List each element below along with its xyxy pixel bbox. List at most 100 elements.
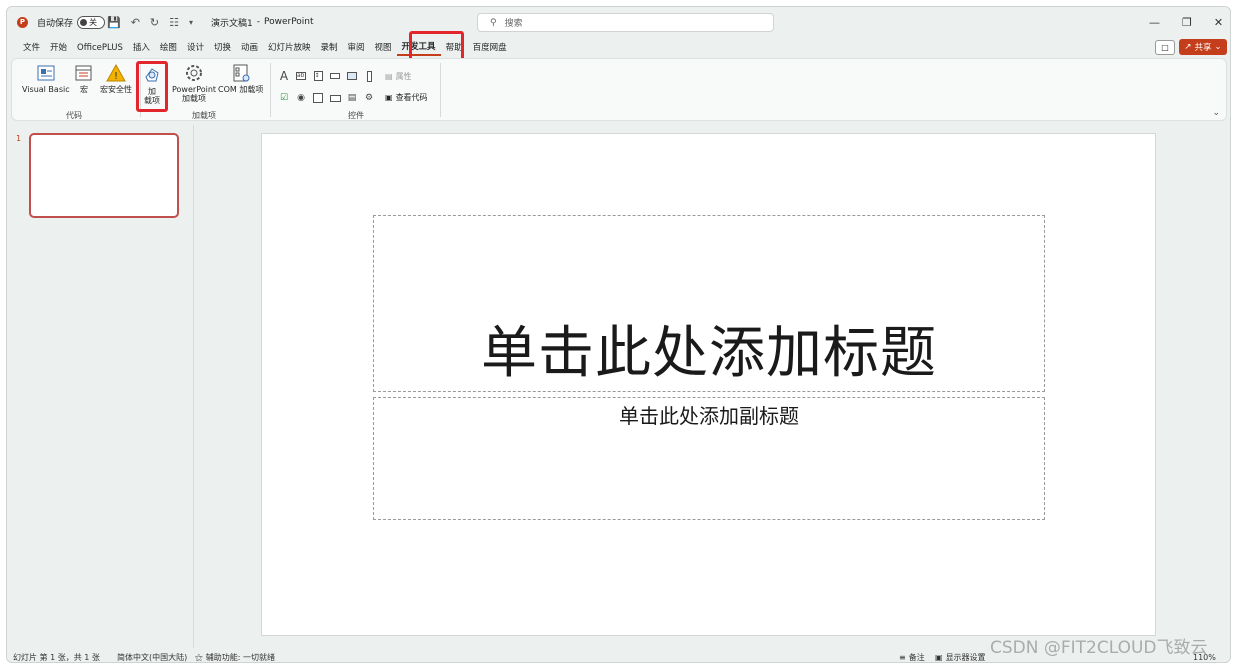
notes-icon: ≡ xyxy=(899,653,906,662)
tab-slideshow[interactable]: 幻灯片放映 xyxy=(263,41,316,55)
tab-review[interactable]: 审阅 xyxy=(343,41,370,55)
controls-group-label: 控件 xyxy=(348,111,364,120)
share-button[interactable]: ↗ 共享 ⌄ xyxy=(1179,39,1227,55)
tab-insert[interactable]: 插入 xyxy=(128,41,155,55)
combobox-control-icon[interactable] xyxy=(329,92,341,104)
tab-help[interactable]: 帮助 xyxy=(441,41,468,55)
search-placeholder: 搜索 xyxy=(504,19,523,29)
com-addins-label: COM 加载项 xyxy=(218,85,264,94)
powerpoint-addins-label-line2: 加载项 xyxy=(182,94,207,103)
ribbon-developer: Visual Basic 宏 ! 宏安全性 代码 加 载项 PowerPoint… xyxy=(11,58,1227,121)
display-settings-icon: ▣ xyxy=(935,653,943,662)
addins-button[interactable]: 加 载项 xyxy=(142,65,162,105)
tab-baidu-netdisk[interactable]: 百度网盘 xyxy=(468,41,512,55)
save-icon[interactable]: 💾 xyxy=(107,16,121,29)
tab-transitions[interactable]: 切换 xyxy=(209,41,236,55)
warning-icon: ! xyxy=(106,63,126,83)
group-divider xyxy=(270,63,271,117)
listbox-control-icon[interactable] xyxy=(312,92,324,104)
option-button-control-icon[interactable]: ◉ xyxy=(295,92,307,104)
share-icon: ↗ xyxy=(1184,42,1192,52)
collapse-ribbon-icon[interactable]: ⌄ xyxy=(1212,108,1220,118)
more-controls-icon[interactable]: ⚙ xyxy=(363,92,375,104)
autosave-state: 关 xyxy=(89,17,98,27)
tab-design[interactable]: 设计 xyxy=(182,41,209,55)
checkbox-control-icon[interactable]: ☑ xyxy=(278,92,290,104)
properties-label: 属性 xyxy=(395,72,412,81)
present-icon[interactable]: ☷ xyxy=(169,16,179,29)
pane-divider[interactable] xyxy=(193,125,194,648)
subtitle-placeholder-text: 单击此处添加副标题 xyxy=(619,404,799,428)
title-bar: P 自动保存 关 💾 ↶ ↻ ☷ ▾ 演示文稿1 - PowerPoint ⚲ … xyxy=(7,7,1230,37)
tab-record[interactable]: 录制 xyxy=(316,41,343,55)
accessibility-status[interactable]: ⚝ 辅助功能: 一切就绪 xyxy=(195,651,275,663)
powerpoint-logo-icon: P xyxy=(17,16,28,28)
slide-thumbnail[interactable] xyxy=(29,133,179,218)
watermark: CSDN @FIT2CLOUD飞致云 xyxy=(990,638,1208,658)
gear-icon xyxy=(184,63,204,83)
document-title: 演示文稿1 xyxy=(211,18,253,29)
subtitle-placeholder[interactable]: 单击此处添加副标题 xyxy=(373,397,1045,520)
group-divider xyxy=(440,63,441,117)
label-control-icon[interactable]: A xyxy=(278,69,290,83)
tab-view[interactable]: 视图 xyxy=(370,41,397,55)
visual-basic-icon xyxy=(36,63,56,83)
powerpoint-addins-label-line1: PowerPoint xyxy=(172,85,217,94)
title-placeholder[interactable]: 单击此处添加标题 xyxy=(373,215,1045,392)
redo-icon[interactable]: ↻ xyxy=(150,16,159,29)
customize-quick-access-icon[interactable]: ▾ xyxy=(189,18,193,27)
tab-developer[interactable]: 开发工具 xyxy=(396,40,441,56)
undo-icon[interactable]: ↶ xyxy=(131,16,140,29)
tab-draw[interactable]: 绘图 xyxy=(155,41,182,55)
search-icon: ⚲ xyxy=(490,17,497,28)
visual-basic-button[interactable]: Visual Basic xyxy=(22,63,70,94)
tab-home[interactable]: 开始 xyxy=(45,41,72,55)
tab-officeplus[interactable]: OfficePLUS xyxy=(72,41,128,55)
view-code-button[interactable]: ▣ 查看代码 xyxy=(385,92,428,103)
macro-button[interactable]: 宏 xyxy=(74,63,94,94)
toggle-button-control-icon[interactable]: ▤ xyxy=(346,92,358,104)
toggle-knob xyxy=(80,18,88,26)
language-status[interactable]: 简体中文(中国大陆) xyxy=(117,652,187,662)
tab-animations[interactable]: 动画 xyxy=(236,41,263,55)
title-placeholder-text: 单击此处添加标题 xyxy=(481,321,937,386)
autosave-toggle[interactable]: 关 xyxy=(77,15,106,29)
properties-button[interactable]: ▤ 属性 xyxy=(385,71,412,82)
scrollbar-control-icon[interactable] xyxy=(363,70,375,82)
ribbon-tabs: 文件 开始 OfficePLUS 插入 绘图 设计 切换 动画 幻灯片放映 录制… xyxy=(18,40,512,56)
addins-label-line2: 载项 xyxy=(144,96,160,105)
macro-label: 宏 xyxy=(80,85,88,94)
command-button-control-icon[interactable] xyxy=(329,70,341,82)
search-box[interactable]: ⚲ 搜索 xyxy=(477,13,774,32)
close-icon[interactable]: ✕ xyxy=(1214,16,1223,29)
accessibility-label: 辅助功能: 一切就绪 xyxy=(205,653,276,662)
comment-icon: □ xyxy=(1161,43,1169,52)
com-addins-button[interactable]: COM 加载项 xyxy=(218,63,263,94)
addins-icon xyxy=(142,65,162,85)
image-control-icon[interactable] xyxy=(346,70,358,82)
visual-basic-label: Visual Basic xyxy=(22,85,70,94)
com-addins-icon xyxy=(231,63,251,83)
spin-button-control-icon[interactable]: ↕ xyxy=(312,70,324,82)
svg-text:!: ! xyxy=(114,71,118,82)
tab-file[interactable]: 文件 xyxy=(18,41,45,55)
macro-security-button[interactable]: ! 宏安全性 xyxy=(100,63,132,94)
accessibility-icon: ⚝ xyxy=(195,652,203,662)
minimize-icon[interactable]: — xyxy=(1149,16,1160,29)
powerpoint-addins-button[interactable]: PowerPoint 加载项 xyxy=(172,63,216,103)
addins-group-label: 加载项 xyxy=(192,111,216,120)
comments-button[interactable]: □ xyxy=(1155,40,1175,55)
addins-label-line1: 加 xyxy=(148,87,156,96)
slide-number: 1 xyxy=(16,134,22,143)
view-code-icon: ▣ xyxy=(385,93,393,102)
macro-icon xyxy=(74,63,94,83)
code-group-label: 代码 xyxy=(66,111,82,120)
share-label: 共享 xyxy=(1194,43,1212,53)
properties-icon: ▤ xyxy=(385,72,393,81)
display-settings-button[interactable]: ▣ 显示器设置 xyxy=(935,651,986,662)
slide-canvas[interactable]: 单击此处添加标题 单击此处添加副标题 xyxy=(261,133,1156,636)
notes-button[interactable]: ≡ 备注 xyxy=(899,651,925,662)
textbox-control-icon[interactable]: ab xyxy=(295,70,307,82)
restore-icon[interactable]: ❐ xyxy=(1182,16,1192,29)
app-name: PowerPoint xyxy=(263,17,314,27)
